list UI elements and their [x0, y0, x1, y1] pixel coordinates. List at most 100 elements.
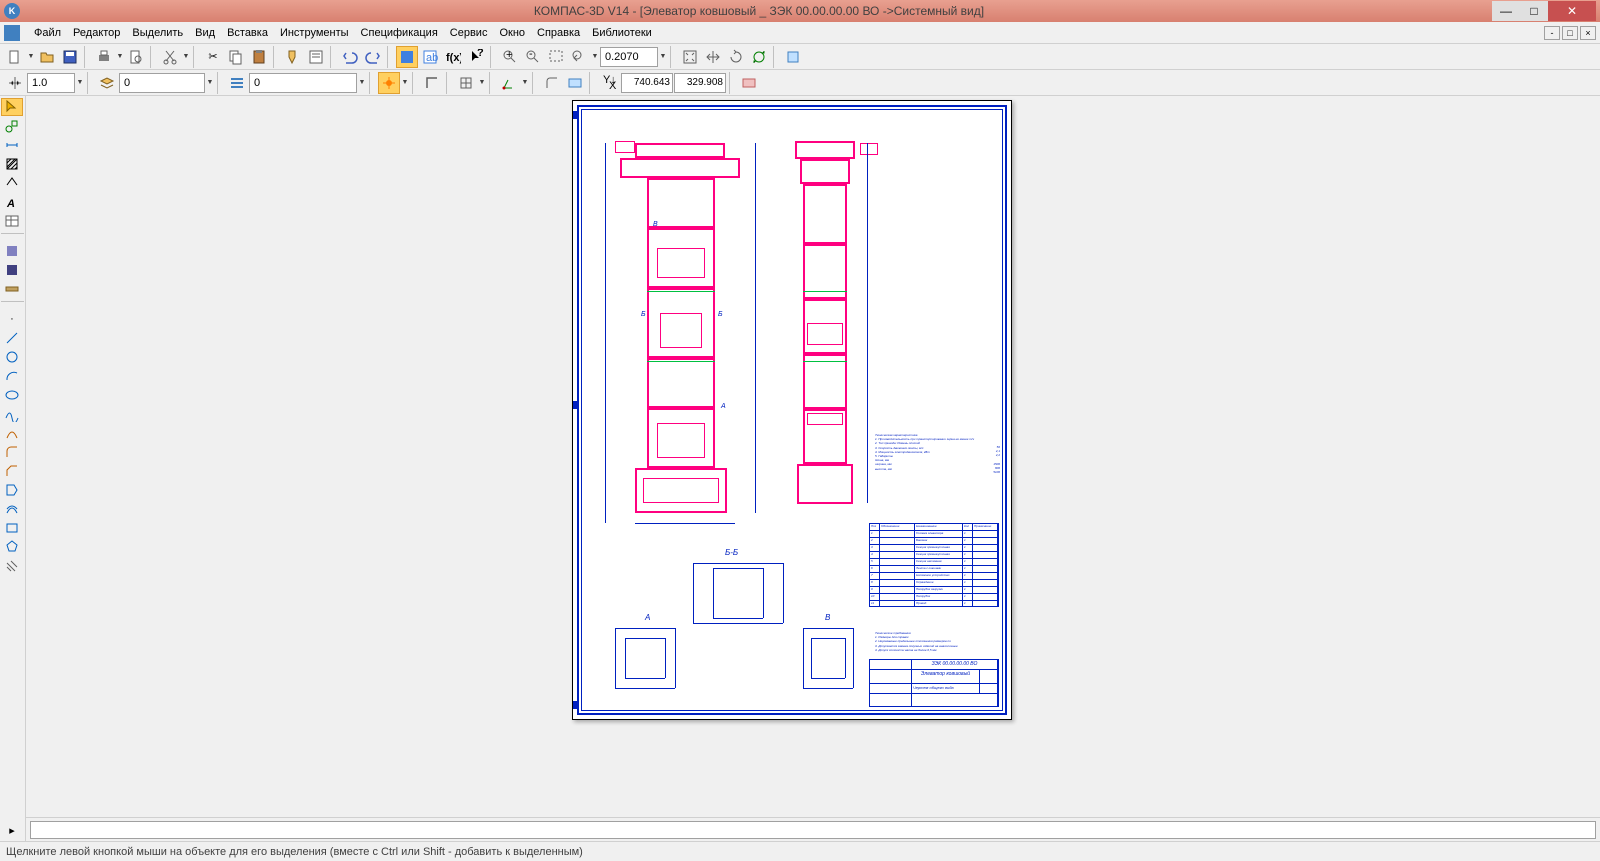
new-button[interactable] [4, 46, 26, 68]
step-button[interactable] [4, 72, 26, 94]
section-bb-label: Б-Б [725, 548, 738, 557]
point-tool[interactable]: · [1, 310, 23, 328]
pan-button[interactable] [702, 46, 724, 68]
hatch2-tool[interactable] [1, 557, 23, 575]
menu-select[interactable]: Выделить [126, 25, 189, 41]
curve-tool[interactable] [1, 424, 23, 442]
tool-misc-button[interactable] [782, 46, 804, 68]
ellipse-tool[interactable] [1, 386, 23, 404]
open-button[interactable] [36, 46, 58, 68]
ortho-button[interactable] [421, 72, 443, 94]
menu-window[interactable]: Окно [493, 25, 531, 41]
line-tool[interactable] [1, 329, 23, 347]
maximize-button[interactable]: □ [1520, 1, 1548, 21]
circle-tool[interactable] [1, 348, 23, 366]
format-painter-button[interactable] [282, 46, 304, 68]
zoom-prev-dropdown[interactable]: ▼ [591, 46, 599, 68]
save-button[interactable] [59, 46, 81, 68]
menu-file[interactable]: Файл [28, 25, 67, 41]
table-tool[interactable] [1, 212, 23, 230]
layer-icon[interactable] [96, 72, 118, 94]
linestyle-icon[interactable] [226, 72, 248, 94]
menu-spec[interactable]: Спецификация [355, 25, 444, 41]
snap-dropdown[interactable]: ▼ [401, 72, 409, 94]
param-button[interactable] [564, 72, 586, 94]
contour-tool[interactable] [1, 481, 23, 499]
spec-table: ПозОбозначениеНаименованиеКолПримечание1… [869, 523, 999, 607]
dimension-tool[interactable] [1, 136, 23, 154]
cut2-button[interactable]: ✂ [202, 46, 224, 68]
fx-button[interactable]: f(x) [442, 46, 464, 68]
layer-dropdown[interactable]: ▼ [206, 72, 214, 94]
variables-button[interactable]: ab [419, 46, 441, 68]
tech-char-values: 50 2,1 2,2 1500 800 5100 [980, 445, 1000, 474]
edit-tool[interactable] [1, 242, 23, 260]
zoom-fit-button[interactable] [679, 46, 701, 68]
section-mark-v: В [653, 221, 658, 228]
measure-tool[interactable] [1, 280, 23, 298]
geometry-tool[interactable] [1, 117, 23, 135]
hatch-tool[interactable] [1, 155, 23, 173]
spline-tool[interactable] [1, 405, 23, 423]
paste-button[interactable] [248, 46, 270, 68]
redo-button[interactable] [362, 46, 384, 68]
round-button[interactable] [541, 72, 563, 94]
local-cs-dropdown[interactable]: ▼ [521, 72, 529, 94]
step-dropdown[interactable]: ▼ [76, 72, 84, 94]
mdi-restore[interactable]: □ [1562, 26, 1578, 40]
end-button[interactable] [738, 72, 760, 94]
expand-toolbar[interactable]: ▸ [1, 821, 23, 839]
print-button[interactable] [93, 46, 115, 68]
menu-service[interactable]: Сервис [444, 25, 494, 41]
properties-button[interactable] [305, 46, 327, 68]
zoom-window-button[interactable] [545, 46, 567, 68]
coord-y: 329.908 [674, 73, 726, 93]
chamfer-tool[interactable] [1, 462, 23, 480]
cut-button[interactable] [159, 46, 181, 68]
linestyle-dropdown[interactable]: ▼ [358, 72, 366, 94]
text-tool[interactable]: A [1, 193, 23, 211]
zoom-out-button[interactable]: - [522, 46, 544, 68]
arc-tool[interactable] [1, 367, 23, 385]
help-cursor-button[interactable]: ? [465, 46, 487, 68]
drawing-canvas[interactable]: Б Б В А [26, 96, 1600, 817]
command-input[interactable] [30, 821, 1596, 839]
menu-tools[interactable]: Инструменты [274, 25, 355, 41]
zoom-input[interactable] [600, 47, 658, 67]
zoom-prev-button[interactable] [568, 46, 590, 68]
menu-help[interactable]: Справка [531, 25, 586, 41]
new-dropdown[interactable]: ▼ [27, 46, 35, 68]
grid-button[interactable] [455, 72, 477, 94]
mdi-minimize[interactable]: - [1544, 26, 1560, 40]
snap-button[interactable] [378, 72, 400, 94]
equid-tool[interactable] [1, 500, 23, 518]
rect-tool[interactable] [1, 519, 23, 537]
layer-input[interactable] [119, 73, 205, 93]
print-dropdown[interactable]: ▼ [116, 46, 124, 68]
rough-tool[interactable] [1, 174, 23, 192]
grid-dropdown[interactable]: ▼ [478, 72, 486, 94]
menu-view[interactable]: Вид [189, 25, 221, 41]
menu-insert[interactable]: Вставка [221, 25, 274, 41]
linestyle-input[interactable] [249, 73, 357, 93]
fillet-tool[interactable] [1, 443, 23, 461]
step-input[interactable] [27, 73, 75, 93]
select-tool[interactable] [1, 98, 23, 116]
redraw-button[interactable] [748, 46, 770, 68]
mdi-close[interactable]: × [1580, 26, 1596, 40]
menu-libs[interactable]: Библиотеки [586, 25, 658, 41]
lib-manager-button[interactable] [396, 46, 418, 68]
zoom-dropdown[interactable]: ▼ [659, 46, 667, 68]
undo-button[interactable] [339, 46, 361, 68]
zoom-in-button[interactable]: + [499, 46, 521, 68]
rotate-button[interactable] [725, 46, 747, 68]
minimize-button[interactable]: — [1492, 1, 1520, 21]
polygon-tool[interactable] [1, 538, 23, 556]
param-tool[interactable] [1, 261, 23, 279]
menu-edit[interactable]: Редактор [67, 25, 126, 41]
close-button[interactable]: ✕ [1548, 1, 1596, 21]
local-cs-button[interactable] [498, 72, 520, 94]
preview-button[interactable] [125, 46, 147, 68]
copy-button[interactable] [225, 46, 247, 68]
cut-dropdown[interactable]: ▼ [182, 46, 190, 68]
